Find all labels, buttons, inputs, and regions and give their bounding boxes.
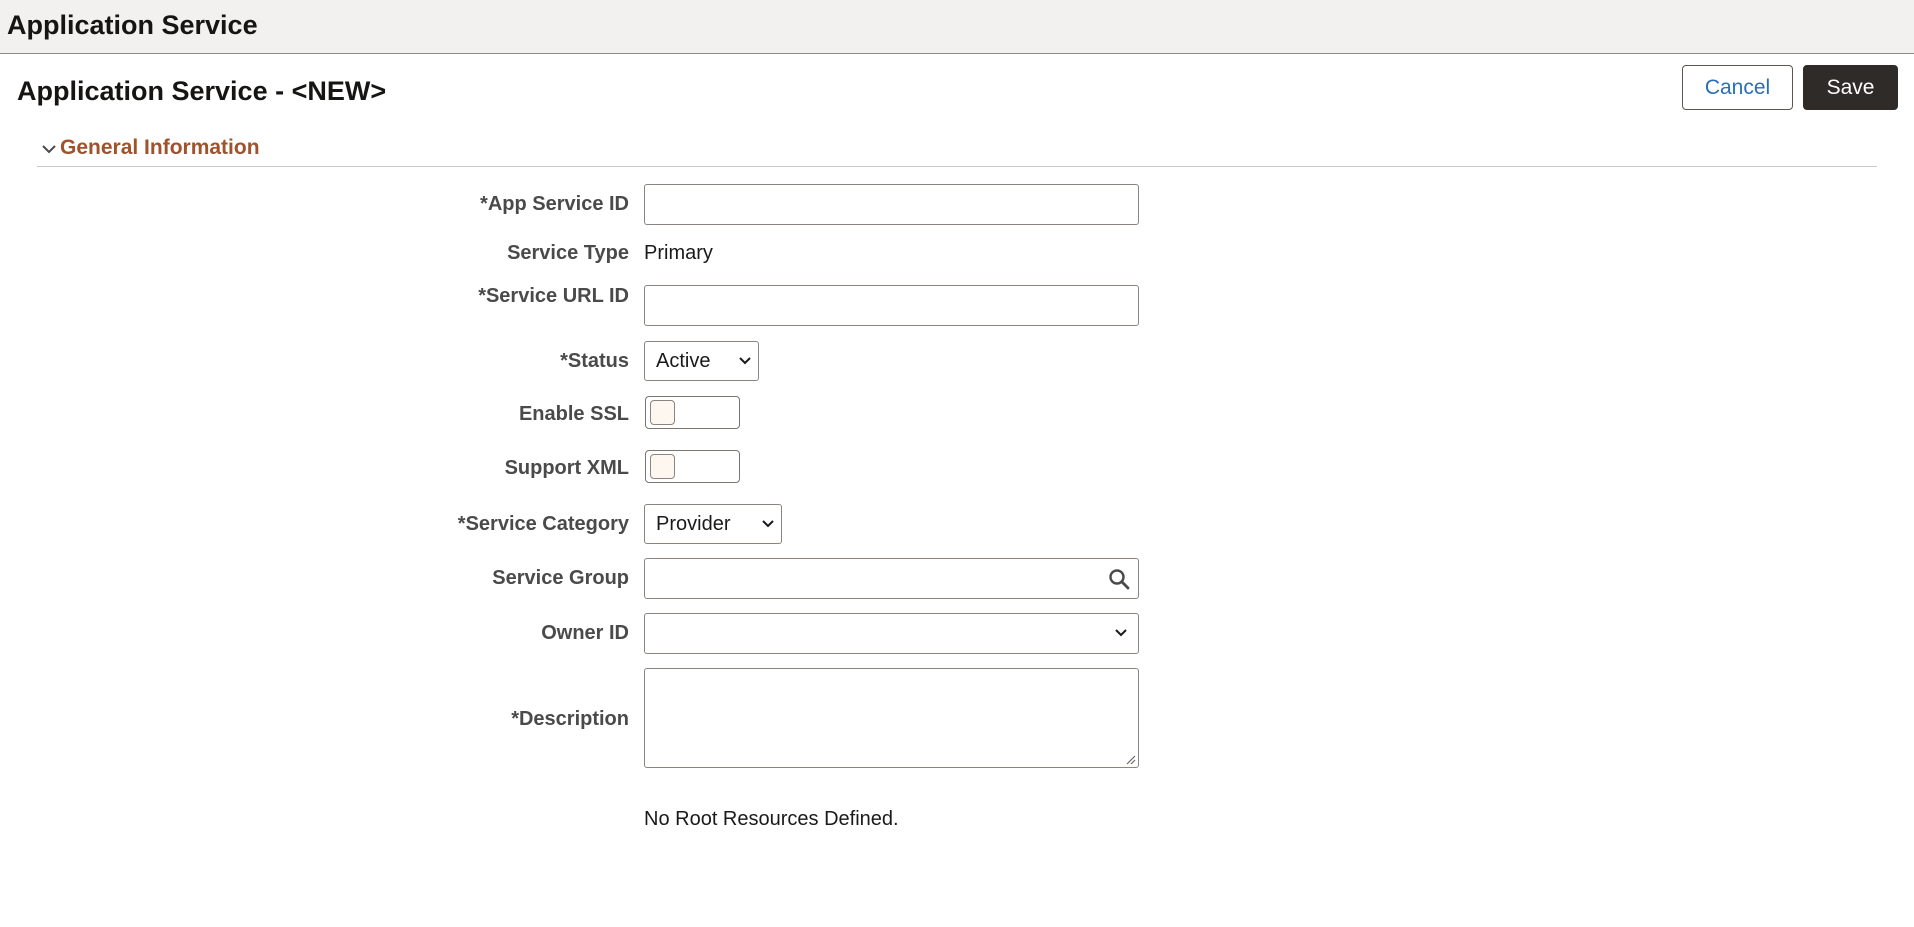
service-group-label: Service Group [492,567,629,590]
resize-grip-icon[interactable] [1124,753,1136,765]
service-category-label: *Service Category [458,513,629,536]
status-label: *Status [560,350,629,373]
description-label: *Description [511,708,629,731]
page-title: Application Service - <NEW> [17,76,386,107]
section-title: General Information [60,136,260,160]
root-resources-message: No Root Resources Defined. [644,808,899,831]
enable-ssl-toggle[interactable] [645,396,740,429]
service-group-field[interactable] [644,558,1139,599]
status-selected-value: Active [656,350,710,373]
support-xml-toggle[interactable] [645,450,740,483]
app-service-id-label: *App Service ID [480,193,629,216]
top-banner: Application Service [0,0,1914,54]
service-category-select[interactable]: Provider [644,504,782,544]
enable-ssl-label: Enable SSL [519,403,629,426]
owner-id-select[interactable] [644,613,1139,654]
owner-id-label: Owner ID [541,622,629,645]
description-textarea[interactable] [644,668,1139,768]
chevron-down-icon[interactable] [40,140,58,158]
service-type-label: Service Type [507,242,629,265]
search-icon[interactable] [1108,568,1130,590]
banner-title: Application Service [7,10,258,41]
app-service-id-input[interactable] [644,184,1139,225]
status-select[interactable]: Active [644,341,759,381]
toggle-knob [650,454,675,479]
service-url-id-label: *Service URL ID [478,285,629,308]
support-xml-label: Support XML [505,457,629,480]
service-category-selected-value: Provider [656,513,730,536]
chevron-down-icon [1114,628,1128,638]
service-url-id-input[interactable] [644,285,1139,326]
toggle-knob [650,400,675,425]
save-button[interactable]: Save [1803,65,1898,110]
chevron-down-icon [761,519,775,529]
general-information-section-header[interactable]: General Information [37,134,1877,167]
cancel-button[interactable]: Cancel [1682,65,1793,110]
service-type-value: Primary [644,242,713,265]
chevron-down-icon [738,356,752,366]
